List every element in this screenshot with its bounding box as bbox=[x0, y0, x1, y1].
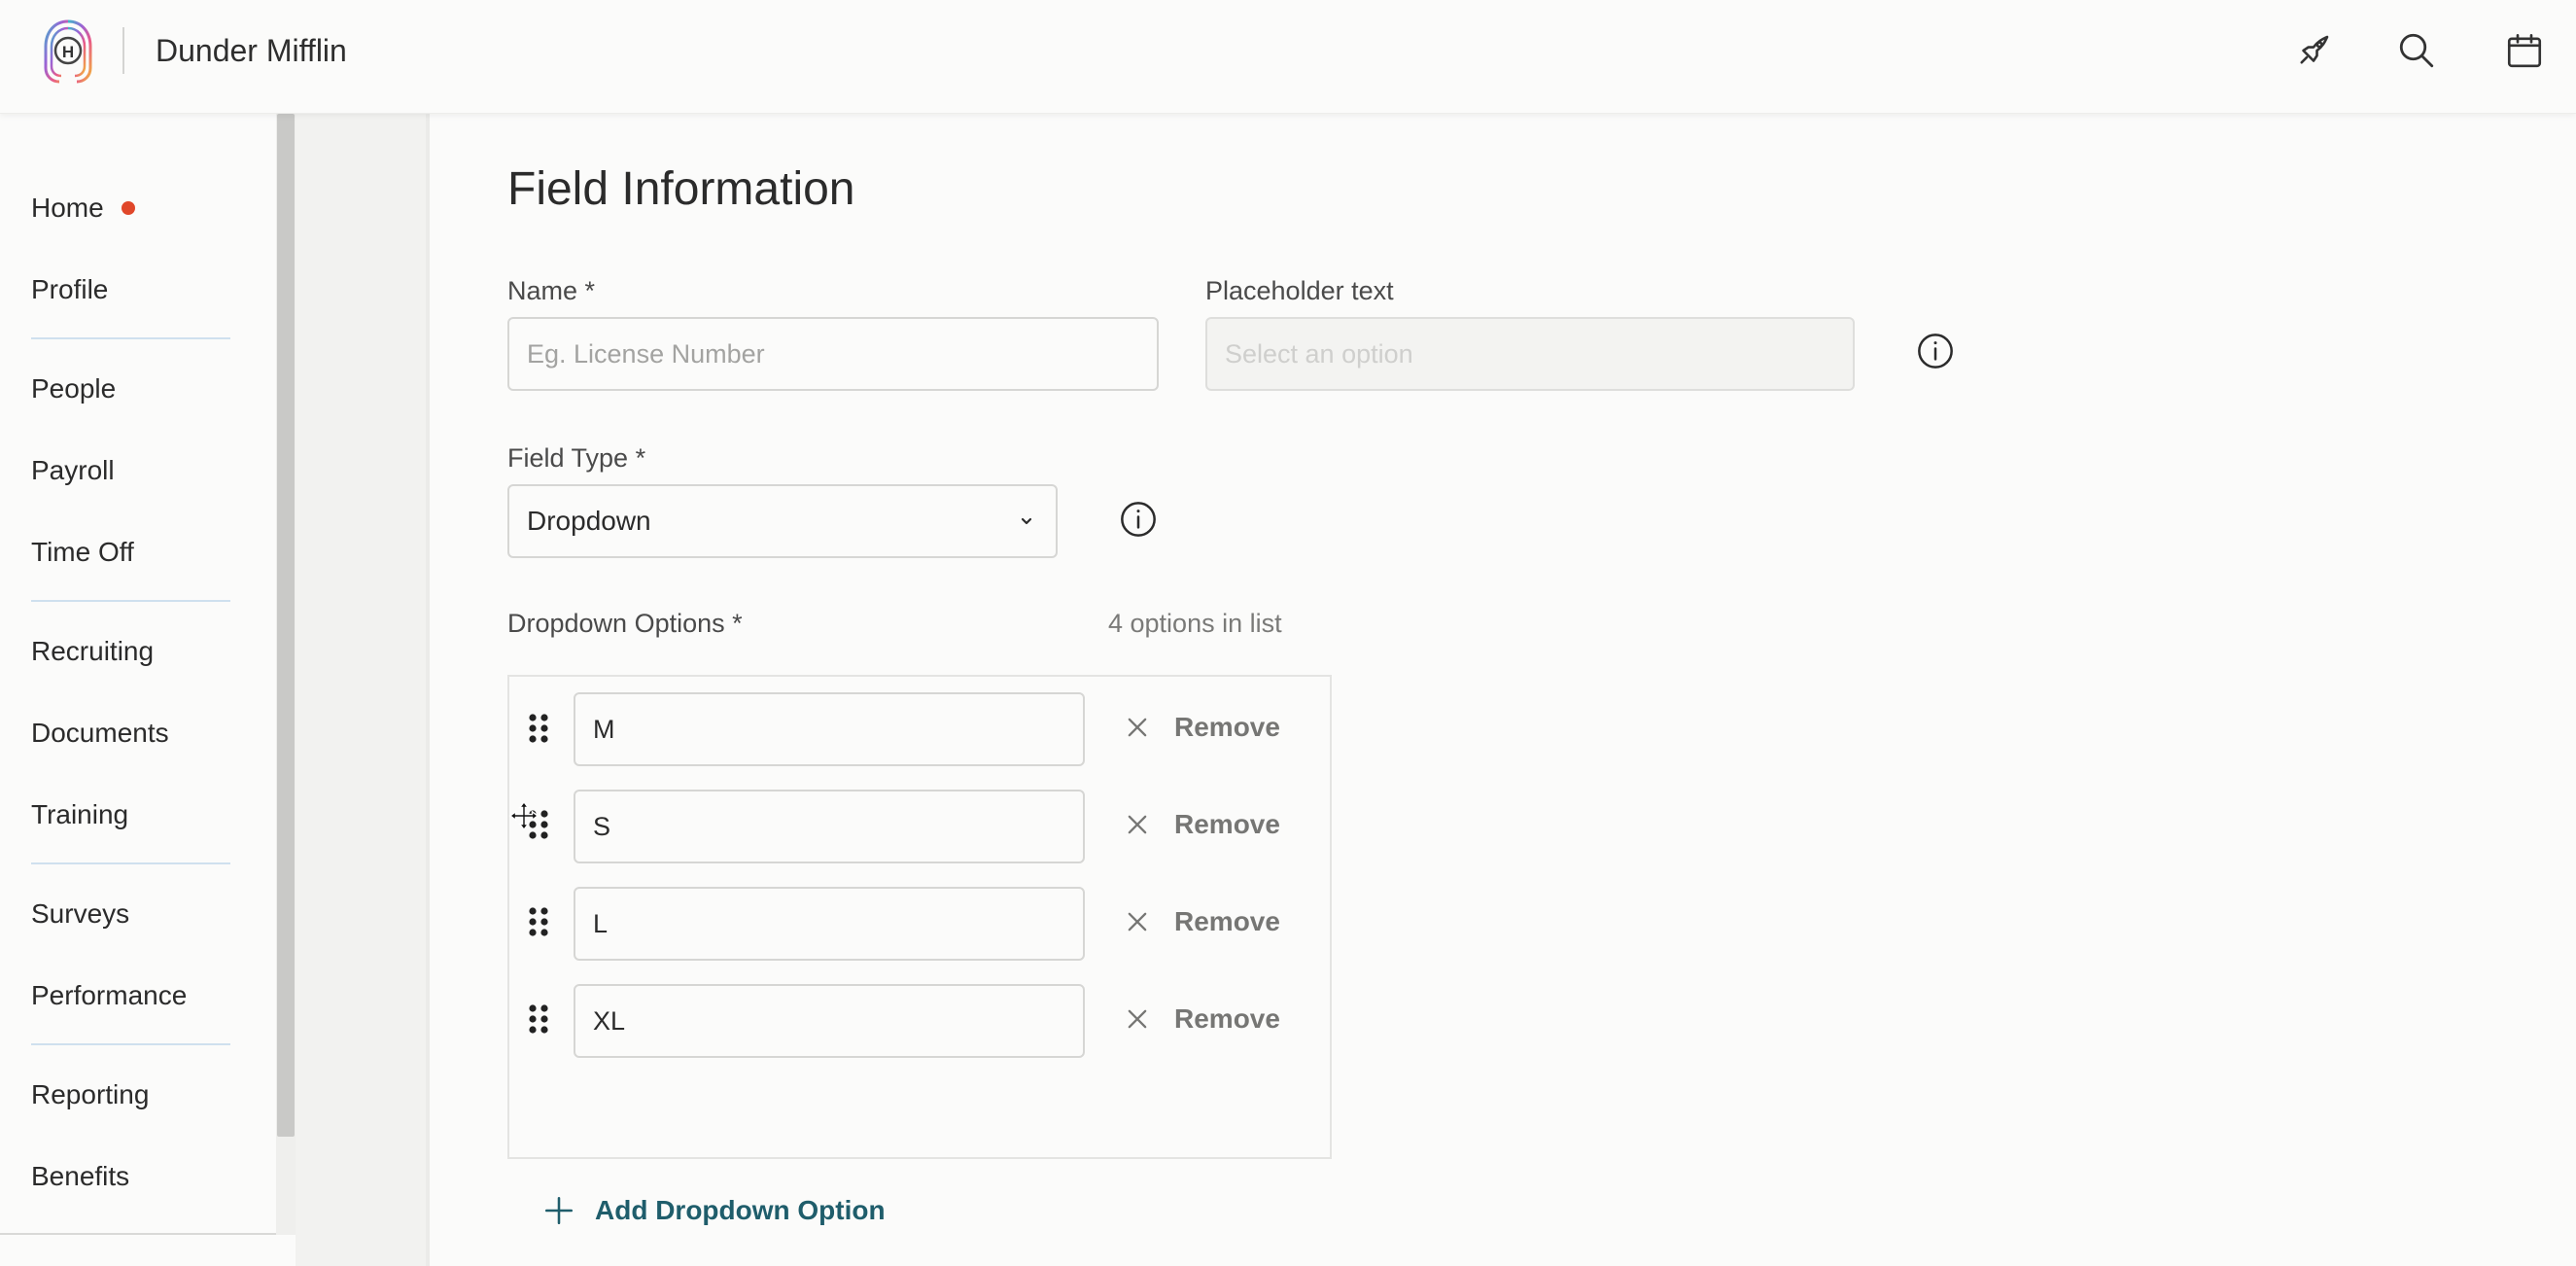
option-input[interactable] bbox=[574, 692, 1085, 766]
top-header: H Dunder Mifflin bbox=[0, 0, 2576, 114]
content-gutter bbox=[296, 114, 428, 1266]
search-icon[interactable] bbox=[2393, 27, 2440, 74]
sidebar-item-profile[interactable]: Profile bbox=[31, 270, 108, 309]
option-input[interactable] bbox=[574, 984, 1085, 1058]
add-option-label: Add Dropdown Option bbox=[595, 1195, 886, 1225]
sidebar-item-label: Recruiting bbox=[31, 636, 155, 666]
drag-handle-icon[interactable] bbox=[527, 1003, 550, 1035]
sidebar-item-reporting[interactable]: Reporting bbox=[31, 1075, 149, 1114]
remove-option-button[interactable]: Remove bbox=[1124, 809, 1280, 840]
remove-option-button[interactable]: Remove bbox=[1124, 906, 1280, 937]
company-name: Dunder Mifflin bbox=[156, 33, 347, 68]
sidebar-item-label: Payroll bbox=[31, 455, 115, 485]
name-label: Name * bbox=[507, 276, 596, 305]
add-dropdown-option-button[interactable]: Add Dropdown Option bbox=[542, 1194, 886, 1227]
sidebar-item-performance[interactable]: Performance bbox=[31, 976, 187, 1015]
sidebar-item-label: Time Off bbox=[31, 537, 134, 567]
sidebar-item-label: Surveys bbox=[31, 898, 130, 929]
remove-option-button[interactable]: Remove bbox=[1124, 1003, 1280, 1035]
close-icon bbox=[1128, 815, 1147, 834]
close-icon bbox=[1128, 718, 1147, 737]
sidebar-item-label: Documents bbox=[31, 718, 169, 748]
sidebar-item-label: People bbox=[31, 373, 117, 404]
sidebar-item-label: Profile bbox=[31, 274, 109, 304]
move-cursor-icon bbox=[508, 800, 540, 831]
remove-option-button[interactable]: Remove bbox=[1124, 712, 1280, 743]
sidebar-item-label: Reporting bbox=[31, 1079, 150, 1109]
sidebar-item-label: Benefits bbox=[31, 1161, 130, 1191]
drag-handle-icon[interactable] bbox=[527, 713, 550, 744]
header-divider bbox=[122, 27, 124, 74]
remove-label: Remove bbox=[1174, 809, 1280, 839]
page-title: Field Information bbox=[507, 163, 855, 215]
company-logo-icon[interactable]: H bbox=[43, 19, 93, 84]
svg-text:H: H bbox=[62, 43, 74, 61]
sidebar-item-recruiting[interactable]: Recruiting bbox=[31, 632, 154, 671]
calendar-icon[interactable] bbox=[2501, 27, 2548, 74]
field-type-label: Field Type * bbox=[507, 443, 646, 473]
sidebar-divider bbox=[31, 600, 230, 602]
sidebar-divider bbox=[31, 1043, 230, 1045]
field-type-select[interactable]: Dropdown bbox=[507, 484, 1058, 558]
sidebar-item-training[interactable]: Training bbox=[31, 795, 128, 834]
placeholder-info-icon[interactable] bbox=[1916, 332, 1955, 370]
rocket-icon[interactable] bbox=[2290, 27, 2337, 74]
placeholder-text-input[interactable] bbox=[1205, 317, 1855, 391]
sidebar-item-surveys[interactable]: Surveys bbox=[31, 895, 129, 933]
chevron-down-icon bbox=[1021, 517, 1032, 525]
sidebar-bottom-divider bbox=[0, 1233, 296, 1235]
sidebar-item-time-off[interactable]: Time Off bbox=[31, 533, 134, 572]
notification-dot bbox=[121, 201, 135, 215]
remove-label: Remove bbox=[1174, 906, 1280, 936]
options-count: 4 options in list bbox=[1108, 609, 1282, 638]
sidebar-item-benefits[interactable]: Benefits bbox=[31, 1157, 129, 1196]
sidebar-divider bbox=[31, 337, 230, 339]
sidebar-scrollbar-thumb[interactable] bbox=[277, 114, 295, 1137]
sidebar-divider bbox=[31, 862, 230, 864]
dropdown-options-label: Dropdown Options * bbox=[507, 609, 743, 638]
sidebar-item-people[interactable]: People bbox=[31, 369, 116, 408]
sidebar-item-label: Training bbox=[31, 799, 129, 829]
placeholder-text-label: Placeholder text bbox=[1205, 276, 1394, 305]
sidebar-item-home[interactable]: Home bbox=[31, 189, 135, 228]
field-type-value: Dropdown bbox=[527, 506, 651, 536]
sidebar-item-label: Performance bbox=[31, 980, 188, 1010]
plus-icon bbox=[544, 1196, 574, 1225]
option-input[interactable] bbox=[574, 887, 1085, 961]
remove-label: Remove bbox=[1174, 712, 1280, 742]
field-type-info-icon[interactable] bbox=[1119, 500, 1158, 539]
sidebar-item-label: Home bbox=[31, 193, 104, 223]
name-input[interactable] bbox=[507, 317, 1159, 391]
close-icon bbox=[1128, 1009, 1147, 1029]
sidebar-item-documents[interactable]: Documents bbox=[31, 714, 169, 753]
remove-label: Remove bbox=[1174, 1003, 1280, 1034]
option-input[interactable] bbox=[574, 790, 1085, 863]
sidebar-item-payroll[interactable]: Payroll bbox=[31, 451, 115, 490]
drag-handle-icon[interactable] bbox=[527, 906, 550, 937]
close-icon bbox=[1128, 912, 1147, 932]
